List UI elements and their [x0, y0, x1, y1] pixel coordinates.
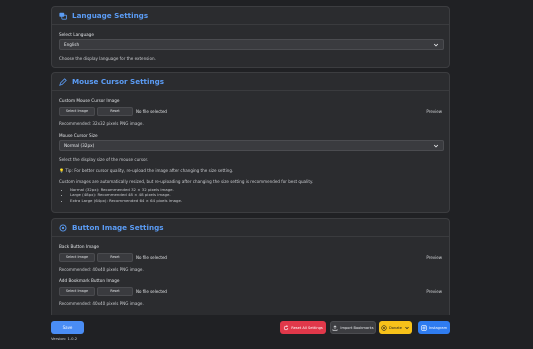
back-preview-label: Preview — [426, 254, 442, 260]
language-hint: Choose the display language for the exte… — [59, 56, 156, 61]
instagram-icon — [421, 324, 427, 331]
reset-all-settings-button[interactable]: Reset All Settings — [280, 321, 326, 334]
back-reset-button[interactable]: Reset — [97, 252, 133, 262]
back-button-image-label: Back Button Image — [59, 244, 99, 249]
add-recommended-text: Recommended: 40x40 pixels PNG image. — [59, 301, 144, 306]
mouse-cursor-settings-header: Mouse Cursor Settings — [52, 73, 449, 91]
cursor-size-select-value: Normal (32px) — [64, 143, 95, 148]
add-bookmark-image-label: Add Bookmark Button Image — [59, 278, 120, 283]
cursor-size-hint: Select the display size of the mouse cur… — [59, 157, 149, 162]
settings-page: Language Settings Select Language Englis… — [0, 0, 533, 349]
cursor-recommended-text: Recommended: 32x32 pixels PNG image. — [59, 121, 144, 126]
cursor-image-row: Select Image Reset No file selected Prev… — [59, 105, 442, 117]
donate-label: Donate — [388, 325, 403, 330]
cursor-size-select[interactable]: Normal (32px) — [59, 140, 444, 151]
language-select[interactable]: English — [59, 39, 444, 50]
language-settings-panel: Language Settings Select Language Englis… — [51, 6, 450, 68]
language-select-value: English — [64, 42, 80, 47]
language-icon — [59, 12, 67, 20]
instagram-label: Instagram — [428, 325, 448, 330]
add-preview-label: Preview — [426, 288, 442, 294]
reset-all-label: Reset All Settings — [291, 325, 323, 330]
mouse-cursor-settings-title: Mouse Cursor Settings — [72, 77, 164, 86]
chevron-down-icon — [433, 43, 439, 46]
save-button[interactable]: Save — [51, 321, 84, 334]
back-recommended-text: Recommended: 40x40 pixels PNG image. — [59, 267, 144, 272]
cursor-select-image-button[interactable]: Select Image — [59, 106, 95, 116]
coin-icon — [381, 324, 387, 331]
button-icon — [59, 224, 67, 231]
select-language-label: Select Language — [59, 32, 94, 37]
add-reset-button[interactable]: Reset — [97, 286, 133, 296]
version-text: Version: 1.0.2 — [51, 336, 78, 341]
button-image-settings-header: Button Image Settings — [52, 219, 449, 237]
list-item: Extra Large (64px): Recommended 64 × 64 … — [70, 198, 442, 203]
import-label: Import Bookmarks — [340, 325, 374, 330]
instagram-button[interactable]: Instagram — [418, 321, 450, 334]
donate-button[interactable]: Donate — [379, 321, 412, 334]
chevron-down-icon — [405, 326, 409, 329]
cursor-tip: 💡 Tip: For better cursor quality, re-upl… — [59, 168, 234, 173]
import-bookmarks-button[interactable]: Import Bookmarks — [330, 321, 376, 334]
cursor-size-label: Mouse Cursor Size — [59, 133, 98, 138]
upload-icon — [333, 324, 338, 331]
language-settings-header: Language Settings — [52, 7, 449, 25]
back-no-file-text: No file selected — [136, 254, 167, 260]
add-bookmark-row: Select Image Reset No file selected Prev… — [59, 285, 442, 297]
mouse-cursor-settings-panel: Mouse Cursor Settings Custom Mouse Curso… — [51, 72, 450, 213]
cursor-no-file-text: No file selected — [136, 108, 167, 114]
add-no-file-text: No file selected — [136, 288, 167, 294]
cursor-preview-label: Preview — [426, 108, 442, 114]
reset-icon — [284, 324, 289, 330]
back-button-row: Select Image Reset No file selected Prev… — [59, 251, 442, 263]
language-settings-title: Language Settings — [72, 11, 149, 20]
cursor-size-list: Normal (32px): Recommended 32 × 32 pixel… — [70, 187, 442, 203]
button-image-settings-title: Button Image Settings — [72, 223, 164, 232]
back-select-image-button[interactable]: Select Image — [59, 252, 95, 262]
button-image-settings-panel: Button Image Settings Back Button Image … — [51, 218, 450, 318]
pencil-icon — [59, 77, 67, 86]
cursor-image-label: Custom Mouse Cursor Image — [59, 98, 120, 103]
add-select-image-button[interactable]: Select Image — [59, 286, 95, 296]
cursor-reset-button[interactable]: Reset — [97, 106, 133, 116]
chevron-down-icon — [433, 144, 439, 147]
cursor-custom-note: Custom images are automatically resized,… — [59, 179, 314, 184]
